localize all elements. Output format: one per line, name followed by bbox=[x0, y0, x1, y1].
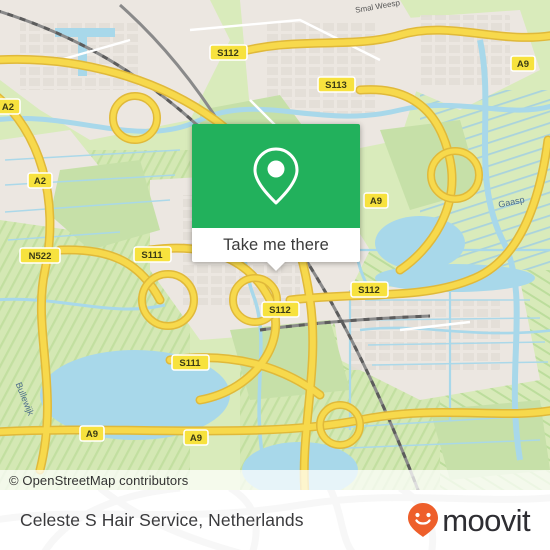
road-shield: A9 bbox=[183, 429, 209, 446]
road-shield-label: S112 bbox=[269, 305, 291, 316]
map-attribution: © OpenStreetMap contributors bbox=[0, 470, 550, 490]
road-shield-label: A9 bbox=[370, 196, 382, 207]
moovit-brand[interactable]: moovit bbox=[406, 502, 531, 538]
road-shield: S112 bbox=[350, 281, 389, 298]
road-shield-label: A9 bbox=[190, 433, 202, 444]
footer-bar: Celeste S Hair Service, Netherlands moov… bbox=[0, 490, 550, 550]
road-shield-label: N522 bbox=[29, 251, 52, 262]
road-shield-label: A9 bbox=[86, 429, 98, 440]
road-shield: A9 bbox=[510, 55, 536, 72]
road-shield: S112 bbox=[261, 301, 300, 318]
map-pin-icon bbox=[253, 147, 299, 205]
road-shield-label: A9 bbox=[517, 59, 529, 70]
road-shield-label: S111 bbox=[179, 358, 201, 369]
road-shield: S112 bbox=[209, 44, 248, 61]
location-title: Celeste S Hair Service, Netherlands bbox=[20, 509, 304, 530]
road-shield-label: S112 bbox=[217, 48, 239, 59]
callout-action-area[interactable]: Take me there bbox=[192, 228, 360, 271]
road-shield: A2 bbox=[0, 98, 21, 115]
moovit-smiling-pin-icon bbox=[408, 503, 439, 537]
road-shield: S111 bbox=[171, 354, 210, 371]
callout-pointer-tail bbox=[266, 261, 286, 271]
moovit-wordmark: moovit bbox=[442, 502, 530, 538]
road-shield-label: S112 bbox=[358, 285, 380, 296]
road-shield-label: A2 bbox=[34, 176, 46, 187]
road-shield: A2 bbox=[27, 172, 53, 189]
road-shield: A9 bbox=[363, 192, 389, 209]
road-shield-label: S113 bbox=[325, 80, 347, 91]
moovit-location-card: A2 A2 N522 S111 S111 S112 S113 S112 S112… bbox=[0, 0, 550, 550]
road-shield-label: A2 bbox=[2, 102, 14, 113]
callout-icon-area bbox=[192, 124, 360, 228]
take-me-there-callout[interactable]: Take me there bbox=[192, 124, 360, 271]
attribution-text: © OpenStreetMap contributors bbox=[9, 472, 189, 488]
road-shield: A9 bbox=[79, 425, 105, 442]
road-shield: S113 bbox=[317, 76, 356, 93]
callout-action-label: Take me there bbox=[223, 235, 329, 254]
road-shield: S111 bbox=[133, 246, 172, 263]
road-shield: N522 bbox=[19, 247, 61, 264]
road-shield-label: S111 bbox=[141, 250, 163, 261]
